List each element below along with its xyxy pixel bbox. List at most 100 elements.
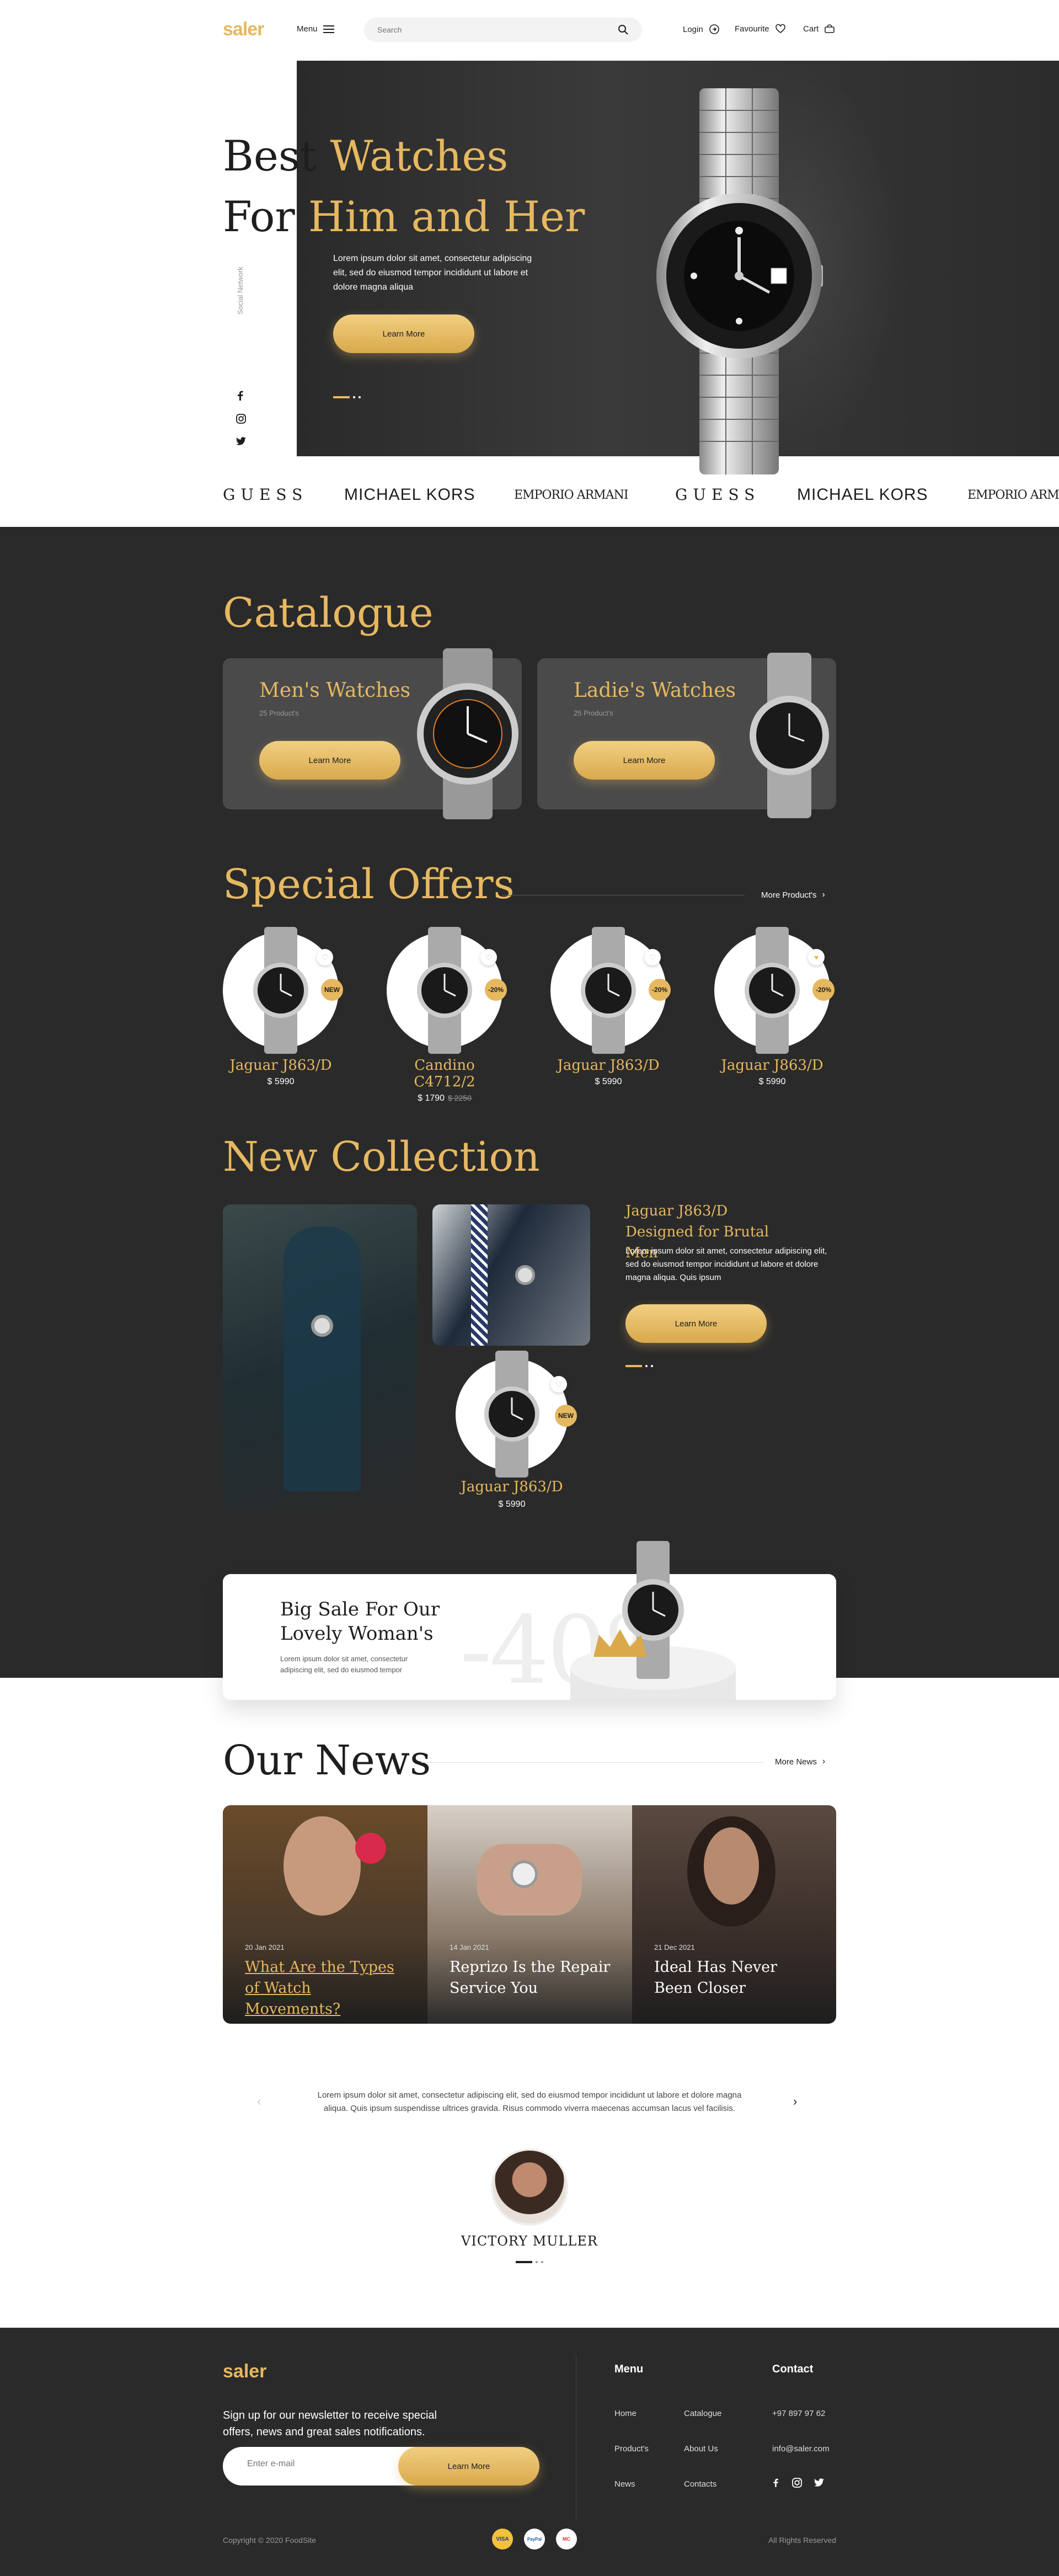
news-card[interactable]: 20 Jan 2021 What Are the Types of Watch … [223, 1805, 427, 2024]
search-icon[interactable] [618, 24, 629, 35]
news-date: 21 Dec 2021 [654, 1943, 695, 1951]
search-input[interactable] [377, 25, 618, 34]
offer-price-row: $ 5990 [223, 1077, 339, 1087]
offer-name[interactable]: Jaguar J863/D [223, 1057, 339, 1074]
pagination-active[interactable] [625, 1365, 642, 1367]
brand-logo[interactable]: GUESS [223, 486, 308, 504]
pagination-active[interactable] [516, 2261, 532, 2263]
hero-learn-more-button[interactable]: Learn More [333, 314, 474, 353]
pagination-dot[interactable] [645, 1365, 648, 1367]
offer-price: $ 5990 [595, 1077, 622, 1086]
offer-name[interactable]: Jaguar J863/D [714, 1057, 830, 1074]
pagination-dot[interactable] [651, 1365, 653, 1367]
footer-email[interactable]: info@saler.com [772, 2444, 830, 2454]
footer-link-news[interactable]: News [614, 2479, 635, 2489]
offer-image-circle[interactable]: ♡ NEW [223, 927, 343, 1054]
catalogue-title: Catalogue [223, 589, 434, 637]
news-title: Our News [223, 1737, 431, 1784]
brand-logo[interactable]: EMPORIO ARMANI [967, 488, 1059, 502]
favourite-heart-icon[interactable]: ♡ [317, 949, 333, 966]
offer-card[interactable]: ♥ -20% Jaguar J863/D $ 5990 [714, 927, 835, 1087]
news-card[interactable]: 14 Jan 2021 Reprizo Is the Repair Servic… [427, 1805, 632, 2024]
pagination-active[interactable] [333, 396, 350, 398]
brands-strip: GUESS MICHAEL KORS EMPORIO ARMANI GUESS … [0, 473, 1059, 518]
watch-image [253, 927, 308, 1054]
sale-text: Lorem ipsum dolor sit amet, consectetur … [280, 1655, 408, 1674]
catalogue-learn-more-button[interactable]: Learn More [574, 741, 715, 780]
pagination-dot[interactable] [536, 2261, 538, 2263]
footer-link-catalogue[interactable]: Catalogue [684, 2409, 721, 2418]
offer-name[interactable]: Candino C4712/2 [387, 1057, 502, 1090]
twitter-icon[interactable] [814, 2478, 824, 2487]
offer-image-circle[interactable]: ♡ -20% [387, 927, 507, 1054]
brand-logo[interactable]: EMPORIO ARMANI [514, 488, 629, 502]
catalogue-card-men[interactable]: Men's Watches 25 Product's Learn More [223, 648, 522, 819]
footer-phone[interactable]: +97 897 97 62 [772, 2409, 825, 2418]
login-link[interactable]: Login [683, 24, 720, 35]
facebook-icon[interactable] [236, 391, 244, 401]
offer-price-row: $ 1790 $ 2250 [387, 1094, 502, 1103]
news-title-link[interactable]: What Are the Types of Watch Movements? [245, 1957, 410, 2020]
more-products-link[interactable]: More Product's › [761, 890, 825, 900]
news-title-link[interactable]: Reprizo Is the Repair Service You [450, 1957, 615, 1999]
social-label: Social Network [236, 266, 244, 314]
pagination-dot[interactable] [359, 396, 361, 398]
news-date: 14 Jan 2021 [450, 1943, 489, 1951]
footer-logo[interactable]: saler [223, 2361, 266, 2382]
offer-image-circle[interactable]: ♥ -20% [714, 927, 835, 1054]
visa-icon: VISA [492, 2529, 513, 2550]
collection-product-circle[interactable]: ♡ NEW [456, 1351, 577, 1478]
email-field[interactable] [247, 2459, 379, 2469]
twitter-icon[interactable] [236, 437, 246, 446]
search-bar[interactable] [364, 18, 642, 42]
favourite-heart-icon[interactable]: ♡ [550, 1376, 567, 1393]
favourite-heart-icon[interactable]: ♡ [644, 949, 661, 966]
catalogue-card-ladies[interactable]: Ladie's Watches 25 Product's Learn More [537, 653, 836, 818]
offer-name[interactable]: Jaguar J863/D [550, 1057, 666, 1074]
offer-card[interactable]: ♡ -20% Candino C4712/2 $ 1790 $ 2250 [387, 927, 507, 1103]
footer-link-contacts[interactable]: Contacts [684, 2479, 716, 2489]
brand-logo[interactable]: GUESS [675, 486, 760, 504]
footer-link-products[interactable]: Product's [614, 2444, 649, 2454]
collection-pagination [625, 1365, 653, 1367]
collection-photo-small [432, 1204, 590, 1346]
cart-label: Cart [803, 24, 819, 34]
logo[interactable]: saler [223, 19, 264, 40]
offer-price: $ 1790 [418, 1094, 445, 1103]
footer-link-home[interactable]: Home [614, 2409, 637, 2418]
collection-learn-more-button[interactable]: Learn More [625, 1304, 767, 1343]
catalogue-card-title: Men's Watches [259, 679, 411, 702]
catalogue-learn-more-button[interactable]: Learn More [259, 741, 400, 780]
more-news-link[interactable]: More News › [775, 1757, 825, 1767]
offer-price-row: $ 5990 [714, 1077, 830, 1087]
offer-image-circle[interactable]: ♡ -20% [550, 927, 671, 1054]
offer-price: $ 5990 [758, 1077, 786, 1086]
instagram-icon[interactable] [792, 2478, 802, 2488]
favourite-heart-icon[interactable]: ♥ [808, 949, 825, 966]
brand-logo[interactable]: MICHAEL KORS [344, 486, 475, 504]
offer-card[interactable]: ♡ -20% Jaguar J863/D $ 5990 [550, 927, 671, 1087]
offer-card[interactable]: ♡ NEW Jaguar J863/D $ 5990 [223, 927, 343, 1087]
big-sale-banner[interactable]: Big Sale For Our Lovely Woman's Lorem ip… [223, 1541, 836, 1705]
testimonial-prev-arrow[interactable]: ‹ [257, 2094, 261, 2109]
instagram-icon[interactable] [236, 414, 246, 424]
footer-link-about[interactable]: About Us [684, 2444, 718, 2454]
pagination-dot[interactable] [353, 396, 355, 398]
cart-link[interactable]: Cart [803, 24, 835, 34]
menu-button[interactable]: Menu [297, 24, 334, 34]
favourite-heart-icon[interactable]: ♡ [480, 949, 497, 966]
news-card[interactable]: 21 Dec 2021 Ideal Has Never Been Closer [632, 1805, 836, 2024]
facebook-icon[interactable] [772, 2478, 779, 2488]
pagination-dot[interactable] [541, 2261, 543, 2263]
testimonial-next-arrow[interactable]: › [793, 2094, 797, 2109]
favourite-link[interactable]: Favourite [735, 24, 786, 34]
menu-label: Menu [297, 24, 318, 34]
newsletter-text: Sign up for our newsletter to receive sp… [223, 2409, 437, 2438]
testimonial-name: VICTORY MULLER [461, 2233, 598, 2249]
collection-product-name[interactable]: Jaguar J863/D [430, 1479, 593, 1495]
chevron-right-icon: › [822, 1757, 826, 1766]
newsletter-submit-button[interactable]: Learn More [398, 2447, 539, 2486]
brand-logo[interactable]: MICHAEL KORS [797, 486, 928, 504]
more-news-label: More News [775, 1757, 817, 1767]
news-title-link[interactable]: Ideal Has Never Been Closer [654, 1957, 820, 1999]
